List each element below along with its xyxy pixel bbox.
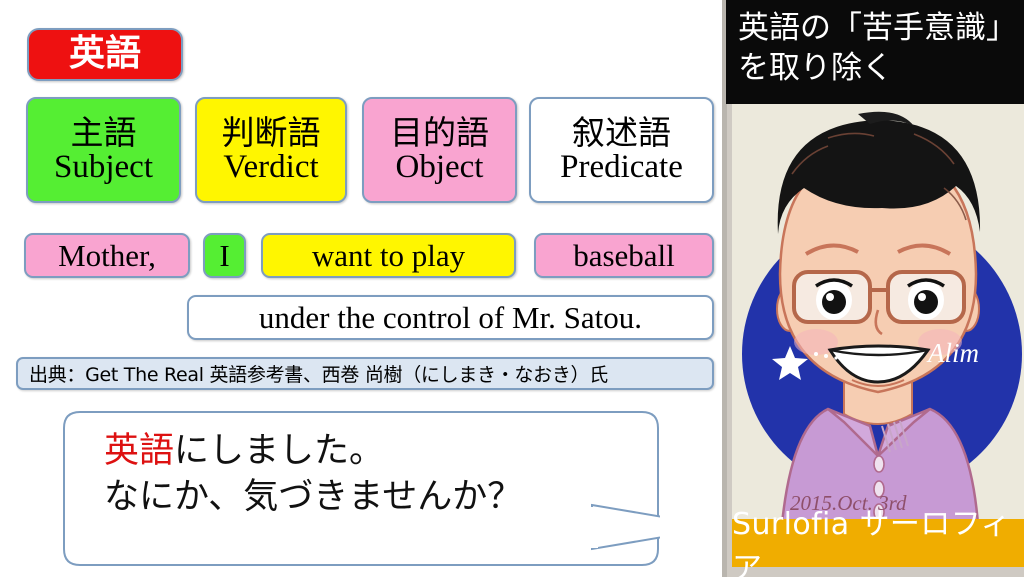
- sentence-chunk-i: I: [203, 233, 246, 278]
- pos-box-verdict-jp: 判断語: [221, 112, 321, 152]
- sentence-chunk-want-to-play: want to play: [261, 233, 516, 278]
- sentence-chunk-under-the-control: under the control of Mr. Satou.: [187, 295, 714, 340]
- pos-box-predicate: 叙述語 Predicate: [529, 97, 714, 203]
- citation-text: 出典：Get The Real 英語参考書、西巻 尚樹（にしまき・なおき）氏: [29, 364, 608, 386]
- brand-bar: Surlofia サーロフィア: [732, 507, 1024, 577]
- sentence-chunk-mother: Mother,: [24, 233, 190, 278]
- title-chip-english: 英語: [27, 28, 183, 81]
- citation-bar: 出典：Get The Real 英語参考書、西巻 尚樹（にしまき・なおき）氏: [16, 357, 714, 390]
- pos-box-object-en: Object: [395, 148, 484, 185]
- right-photo-panel: 英語の「苦手意識」 を取り除く Alim 2015.Oct. 3rd Surlo…: [722, 0, 1024, 577]
- speech-balloon: 英語にしました。 なにか、気づきませんか？: [62, 410, 660, 567]
- panel-header-title: 英語の「苦手意識」 を取り除く: [726, 0, 1024, 104]
- portrait-photo: Alim 2015.Oct. 3rd: [732, 104, 1024, 524]
- pos-box-subject-en: Subject: [54, 148, 153, 185]
- pos-box-subject-jp: 主語: [70, 112, 137, 152]
- speech-balloon-line1-rest: にしました。: [174, 431, 385, 471]
- portrait-illustration: Alim 2015.Oct. 3rd: [732, 104, 1024, 524]
- title-chip-label: 英語: [68, 33, 141, 75]
- pos-box-verdict-en: Verdict: [223, 148, 319, 185]
- speech-balloon-text: 英語にしました。 なにか、気づきませんか？: [104, 428, 644, 520]
- slide-canvas: 英語 主語 Subject 判断語 Verdict 目的語 Object 叙述語…: [0, 0, 1024, 577]
- pos-box-verdict: 判断語 Verdict: [195, 97, 347, 203]
- speech-balloon-line2: なにか、気づきませんか？: [104, 477, 523, 518]
- pos-box-object: 目的語 Object: [362, 97, 517, 203]
- pos-box-predicate-en: Predicate: [560, 148, 683, 185]
- sentence-chunk-baseball: baseball: [534, 233, 714, 278]
- speech-balloon-highlight: 英語: [104, 431, 175, 471]
- portrait-signature: Alim: [926, 338, 979, 368]
- pos-box-object-jp: 目的語: [390, 112, 489, 152]
- pos-box-predicate-jp: 叙述語: [572, 112, 671, 152]
- pos-box-subject: 主語 Subject: [26, 97, 181, 203]
- brand-label: Surlofia サーロフィア: [732, 507, 1011, 577]
